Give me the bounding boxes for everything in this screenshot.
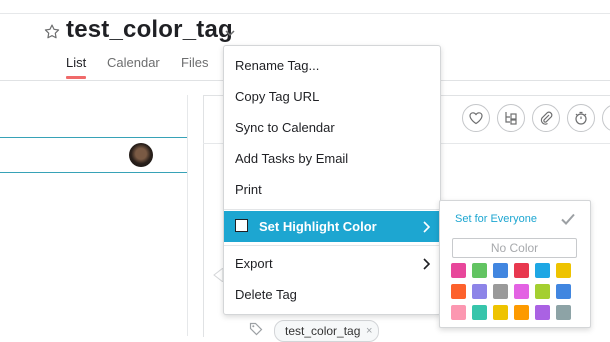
top-strip xyxy=(0,0,610,14)
chevron-down-icon[interactable] xyxy=(224,27,236,39)
color-swatch[interactable] xyxy=(451,263,466,278)
color-swatch[interactable] xyxy=(535,284,550,299)
color-swatch[interactable] xyxy=(493,284,508,299)
color-swatch[interactable] xyxy=(493,263,508,278)
color-swatch[interactable] xyxy=(493,305,508,320)
color-swatch[interactable] xyxy=(514,263,529,278)
checkmark-icon xyxy=(561,213,575,225)
menu-item-label: Rename Tag... xyxy=(235,58,320,73)
highlight-color-palette: Set for Everyone No Color xyxy=(439,200,591,328)
chevron-right-icon xyxy=(423,258,430,270)
star-icon[interactable] xyxy=(43,23,61,41)
menu-item-rename-tag[interactable]: Rename Tag... xyxy=(224,50,440,81)
menu-item-print[interactable]: Print xyxy=(224,174,440,205)
tag-chip-remove[interactable]: × xyxy=(366,321,372,341)
task-list-pane xyxy=(0,81,190,336)
subtask-button[interactable] xyxy=(497,104,525,132)
timer-button[interactable] xyxy=(567,104,595,132)
menu-item-label: Copy Tag URL xyxy=(235,89,320,104)
menu-pointer xyxy=(213,268,223,282)
set-for-everyone-label[interactable]: Set for Everyone xyxy=(455,213,537,225)
heart-icon xyxy=(469,112,483,125)
color-swatch[interactable] xyxy=(451,305,466,320)
menu-item-set-highlight-color[interactable]: Set Highlight Color xyxy=(224,211,440,242)
tag-chip[interactable]: test_color_tag × xyxy=(274,320,380,342)
menu-item-label: Sync to Calendar xyxy=(235,120,335,135)
color-swatch[interactable] xyxy=(556,284,571,299)
pane-divider xyxy=(187,95,188,336)
chevron-right-icon xyxy=(423,221,430,233)
attachment-button[interactable] xyxy=(532,104,560,132)
stopwatch-icon xyxy=(575,111,587,125)
menu-separator xyxy=(224,209,440,210)
menu-item-export[interactable]: Export xyxy=(224,248,440,279)
color-swatch[interactable] xyxy=(514,284,529,299)
tag-icon xyxy=(249,322,263,336)
page-title: test_color_tag xyxy=(66,16,233,43)
no-color-button[interactable]: No Color xyxy=(452,238,577,258)
task-row[interactable] xyxy=(0,136,187,173)
color-swatch[interactable] xyxy=(472,284,487,299)
avatar[interactable] xyxy=(129,143,153,167)
menu-item-delete-tag[interactable]: Delete Tag xyxy=(224,279,440,310)
menu-item-label: Export xyxy=(235,256,273,271)
tab-files[interactable]: Files xyxy=(181,55,208,70)
tag-options-menu: Rename Tag... Copy Tag URL Sync to Calen… xyxy=(223,45,441,315)
color-swatch[interactable] xyxy=(472,305,487,320)
menu-item-label: Delete Tag xyxy=(235,287,297,302)
paperclip-icon xyxy=(540,111,553,125)
subtask-icon xyxy=(505,112,517,125)
menu-item-label: Set Highlight Color xyxy=(259,219,377,234)
menu-item-label: Add Tasks by Email xyxy=(235,151,349,166)
color-swatch-empty xyxy=(235,219,248,232)
color-swatch[interactable] xyxy=(535,305,550,320)
menu-separator xyxy=(224,245,440,246)
menu-item-label: Print xyxy=(235,182,262,197)
color-swatch[interactable] xyxy=(472,263,487,278)
color-swatch[interactable] xyxy=(535,263,550,278)
menu-item-copy-tag-url[interactable]: Copy Tag URL xyxy=(224,81,440,112)
active-tab-underline xyxy=(66,76,86,79)
color-swatch[interactable] xyxy=(514,305,529,320)
tab-list[interactable]: List xyxy=(66,55,86,70)
menu-item-add-tasks-by-email[interactable]: Add Tasks by Email xyxy=(224,143,440,174)
tab-calendar[interactable]: Calendar xyxy=(107,55,160,70)
menu-item-sync-to-calendar[interactable]: Sync to Calendar xyxy=(224,112,440,143)
color-swatch[interactable] xyxy=(556,263,571,278)
like-button[interactable] xyxy=(462,104,490,132)
color-swatch[interactable] xyxy=(451,284,466,299)
color-swatch[interactable] xyxy=(556,305,571,320)
